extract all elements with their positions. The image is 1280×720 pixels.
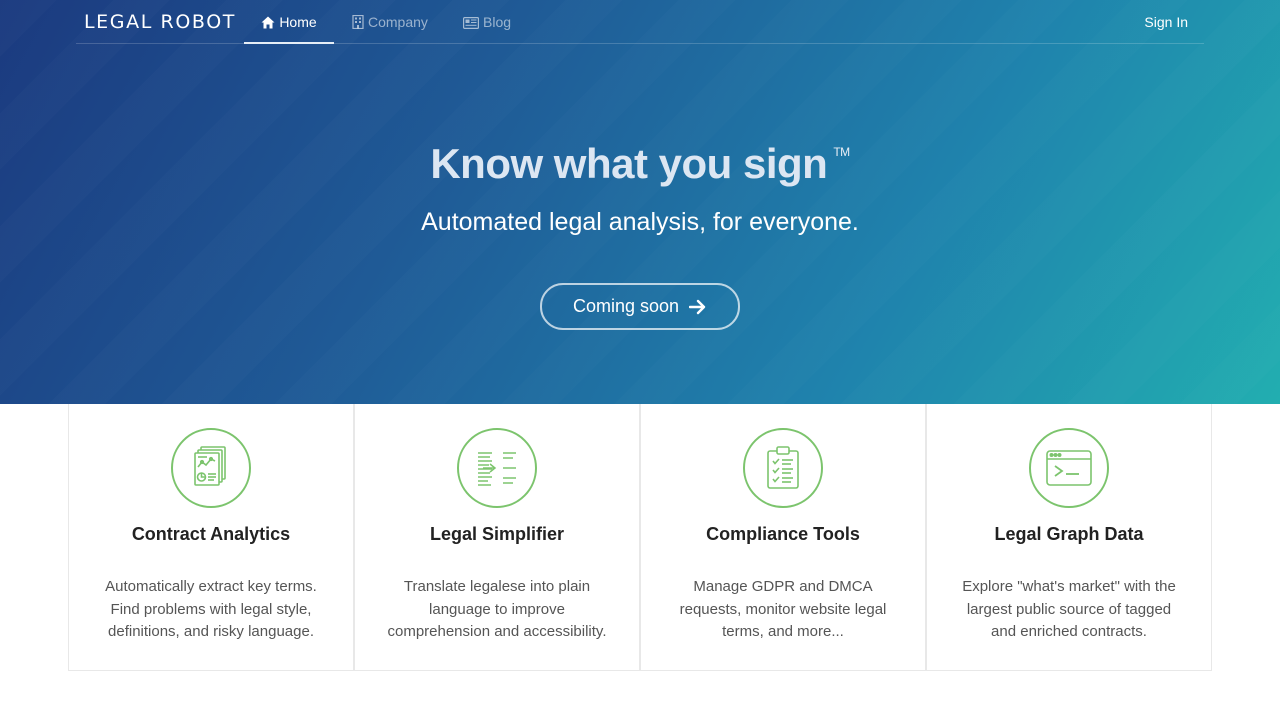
feature-card-legal-graph-data: Legal Graph Data Explore "what's market"… [926,404,1212,671]
feature-cards: Contract Analytics Automatically extract… [68,404,1212,671]
contract-analytics-icon [171,428,251,508]
nav-blog[interactable]: Blog [463,0,511,43]
feature-title: Compliance Tools [706,524,860,544]
nav-home[interactable]: Home [244,0,334,44]
feature-card-legal-simplifier: Legal Simplifier Translate legalese into… [354,404,640,671]
feature-card-contract-analytics: Contract Analytics Automatically extract… [68,404,354,671]
feature-description: Automatically extract key terms. Find pr… [105,578,317,640]
headline-text: Know what you sign [430,140,828,187]
feature-description: Translate legalese into plain language t… [387,578,607,640]
nav-company-label: Company [368,14,428,30]
cta-label: Coming soon [572,296,680,316]
nav-company[interactable]: Company [352,0,428,43]
terminal-window-icon [1029,428,1109,508]
nav-blog-label: Blog [483,14,512,30]
coming-soon-button[interactable]: Coming soon [540,283,740,330]
feature-title: Legal Simplifier [429,524,565,544]
logo[interactable]: LEGAL ROBOT [84,11,236,33]
feature-description: Explore "what's market" with the largest… [962,578,1176,640]
compliance-clipboard-icon [743,428,823,508]
hero-section: LEGAL ROBOT Home Company Blog Sign In Kn… [0,0,1280,404]
hero-headline: Know what you sign TM [0,140,1280,188]
newspaper-icon [463,14,483,30]
nav-home-label: Home [279,14,317,30]
sign-in-link[interactable]: Sign In [1144,0,1188,44]
home-icon [261,14,279,30]
feature-title: Legal Graph Data [994,524,1144,544]
feature-card-compliance-tools: Compliance Tools Manage GDPR and DMCA re… [640,404,926,671]
feature-description: Manage GDPR and DMCA requests, monitor w… [679,578,887,640]
feature-title: Contract Analytics [131,524,291,544]
trademark-mark: TM [833,145,850,159]
building-icon [352,14,368,30]
top-navbar: LEGAL ROBOT Home Company Blog Sign In [76,0,1204,44]
hero-subheadline: Automated legal analysis, for everyone. [421,208,859,236]
legal-simplifier-icon [457,428,537,508]
arrow-right-icon [679,296,707,316]
